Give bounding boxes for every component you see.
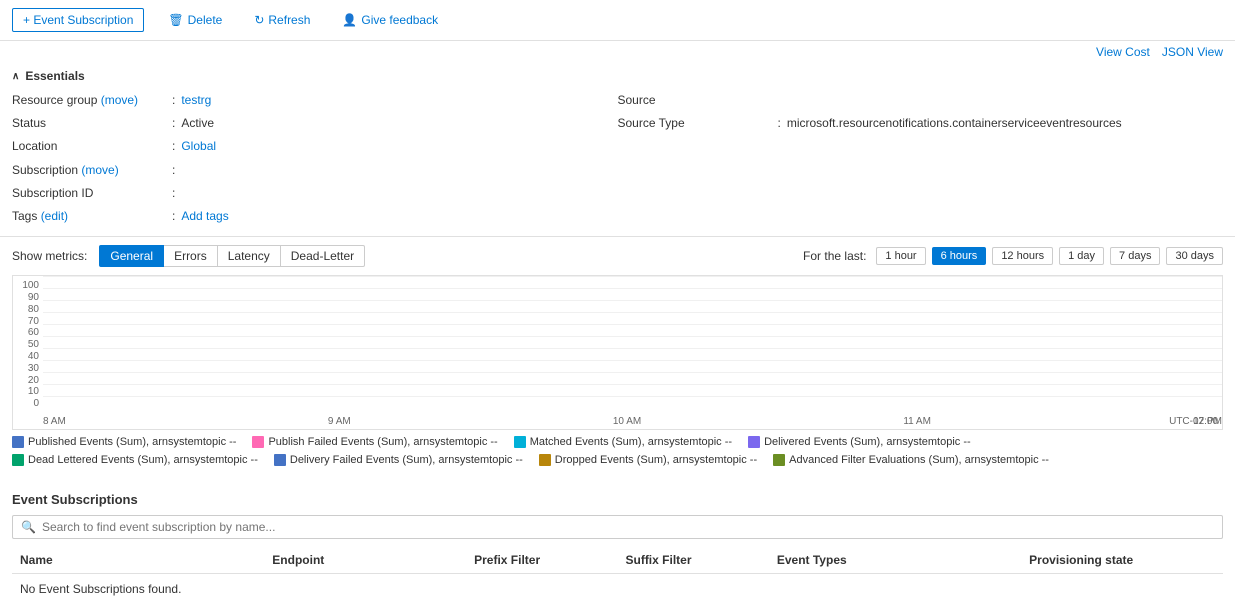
chart-inner	[43, 276, 1222, 409]
source-type-row: Source Type : microsoft.resourcenotifica…	[618, 114, 1224, 133]
legend-item: Dropped Events (Sum), arnsystemtopic --	[539, 454, 757, 466]
metrics-section: Show metrics: General Errors Latency Dea…	[0, 237, 1235, 482]
legend-item: Published Events (Sum), arnsystemtopic -…	[12, 436, 236, 448]
essentials-header: ∧ Essentials	[12, 69, 1223, 83]
resource-group-row: Resource group (move) : testrg	[12, 91, 618, 110]
essentials-chevron-icon: ∧	[12, 71, 19, 82]
legend-color-matched	[514, 436, 526, 448]
search-bar: 🔍	[12, 515, 1223, 539]
legend-color-dead-lettered	[12, 454, 24, 466]
essentials-left: Resource group (move) : testrg Status : …	[12, 91, 618, 226]
legend-color-dropped	[539, 454, 551, 466]
legend-item: Dead Lettered Events (Sum), arnsystemtop…	[12, 454, 258, 466]
search-input[interactable]	[42, 520, 1214, 534]
feedback-icon: 👤	[342, 13, 357, 27]
legend-color-advanced-filter	[773, 454, 785, 466]
chart-y-axis: 100 90 80 70 60 50 40 30 20 10 0	[13, 276, 43, 409]
chart-x-labels: 8 AM 9 AM 10 AM 11 AM 12 PM	[43, 414, 1222, 429]
legend-item: Publish Failed Events (Sum), arnsystemto…	[252, 436, 497, 448]
tags-edit-link[interactable]: (edit)	[41, 209, 68, 223]
time-label: For the last:	[803, 249, 866, 263]
table-empty-message: No Event Subscriptions found.	[12, 574, 1223, 604]
add-event-subscription-button[interactable]: + Event Subscription	[12, 8, 144, 32]
metrics-header: Show metrics: General Errors Latency Dea…	[12, 245, 1223, 267]
essentials-right: Source Source Type : microsoft.resourcen…	[618, 91, 1224, 226]
time-1hour[interactable]: 1 hour	[876, 247, 925, 265]
col-name: Name	[12, 553, 264, 567]
essentials-grid: Resource group (move) : testrg Status : …	[12, 91, 1223, 226]
legend-item: Delivered Events (Sum), arnsystemtopic -…	[748, 436, 971, 448]
col-prefix-filter: Prefix Filter	[466, 553, 617, 567]
resource-group-move-link[interactable]: (move)	[101, 93, 138, 107]
legend-color-publish-failed	[252, 436, 264, 448]
legend-color-delivered	[748, 436, 760, 448]
col-event-types: Event Types	[769, 553, 1021, 567]
chart-legend: Published Events (Sum), arnsystemtopic -…	[12, 430, 1223, 474]
location-row: Location : Global	[12, 137, 618, 156]
legend-color-delivery-failed	[274, 454, 286, 466]
feedback-button[interactable]: 👤 Give feedback	[334, 9, 446, 31]
tab-dead-letter[interactable]: Dead-Letter	[281, 245, 365, 267]
event-subscriptions-section: Event Subscriptions 🔍 Name Endpoint Pref…	[0, 482, 1235, 614]
delete-button[interactable]: 🗑 Delete	[160, 9, 230, 31]
table-header: Name Endpoint Prefix Filter Suffix Filte…	[12, 547, 1223, 574]
metrics-tabs: General Errors Latency Dead-Letter	[99, 245, 365, 267]
toolbar: + Event Subscription 🗑 Delete ↻ Refresh …	[0, 0, 1235, 41]
tab-errors[interactable]: Errors	[164, 245, 218, 267]
metrics-label: Show metrics:	[12, 249, 87, 263]
chart-area: 100 90 80 70 60 50 40 30 20 10 0	[12, 275, 1223, 430]
subscription-row: Subscription (move) :	[12, 161, 618, 180]
col-endpoint: Endpoint	[264, 553, 466, 567]
search-icon: 🔍	[21, 520, 36, 534]
time-6hours[interactable]: 6 hours	[932, 247, 987, 265]
legend-item: Delivery Failed Events (Sum), arnsystemt…	[274, 454, 523, 466]
delete-icon: 🗑	[168, 13, 183, 27]
status-row: Status : Active	[12, 114, 618, 133]
essentials-section: ∧ Essentials Resource group (move) : tes…	[0, 59, 1235, 237]
col-suffix-filter: Suffix Filter	[617, 553, 768, 567]
resource-group-value[interactable]: testrg	[181, 91, 211, 110]
location-value[interactable]: Global	[181, 137, 216, 156]
time-12hours[interactable]: 12 hours	[992, 247, 1053, 265]
json-view-link[interactable]: JSON View	[1162, 45, 1223, 59]
chart-utc-label: UTC-07:00	[1169, 416, 1218, 427]
refresh-icon: ↻	[254, 13, 264, 27]
tags-row: Tags (edit) : Add tags	[12, 207, 618, 226]
legend-item: Advanced Filter Evaluations (Sum), arnsy…	[773, 454, 1049, 466]
legend-color-published	[12, 436, 24, 448]
view-cost-link[interactable]: View Cost	[1096, 45, 1150, 59]
legend-item: Matched Events (Sum), arnsystemtopic --	[514, 436, 732, 448]
add-tags-link[interactable]: Add tags	[181, 207, 228, 226]
subscription-move-link[interactable]: (move)	[81, 163, 118, 177]
chart-grid	[43, 276, 1222, 409]
essentials-wrapper: View Cost JSON View ∧ Essentials Resourc…	[0, 41, 1235, 237]
event-subscriptions-title: Event Subscriptions	[12, 492, 1223, 507]
time-30days[interactable]: 30 days	[1166, 247, 1223, 265]
refresh-button[interactable]: ↻ Refresh	[246, 9, 318, 31]
time-1day[interactable]: 1 day	[1059, 247, 1104, 265]
time-selector: For the last: 1 hour 6 hours 12 hours 1 …	[803, 247, 1223, 265]
subscription-id-row: Subscription ID :	[12, 184, 618, 203]
tab-latency[interactable]: Latency	[218, 245, 281, 267]
source-row: Source	[618, 91, 1224, 110]
tab-general[interactable]: General	[99, 245, 164, 267]
time-7days[interactable]: 7 days	[1110, 247, 1160, 265]
col-provisioning-state: Provisioning state	[1021, 553, 1223, 567]
